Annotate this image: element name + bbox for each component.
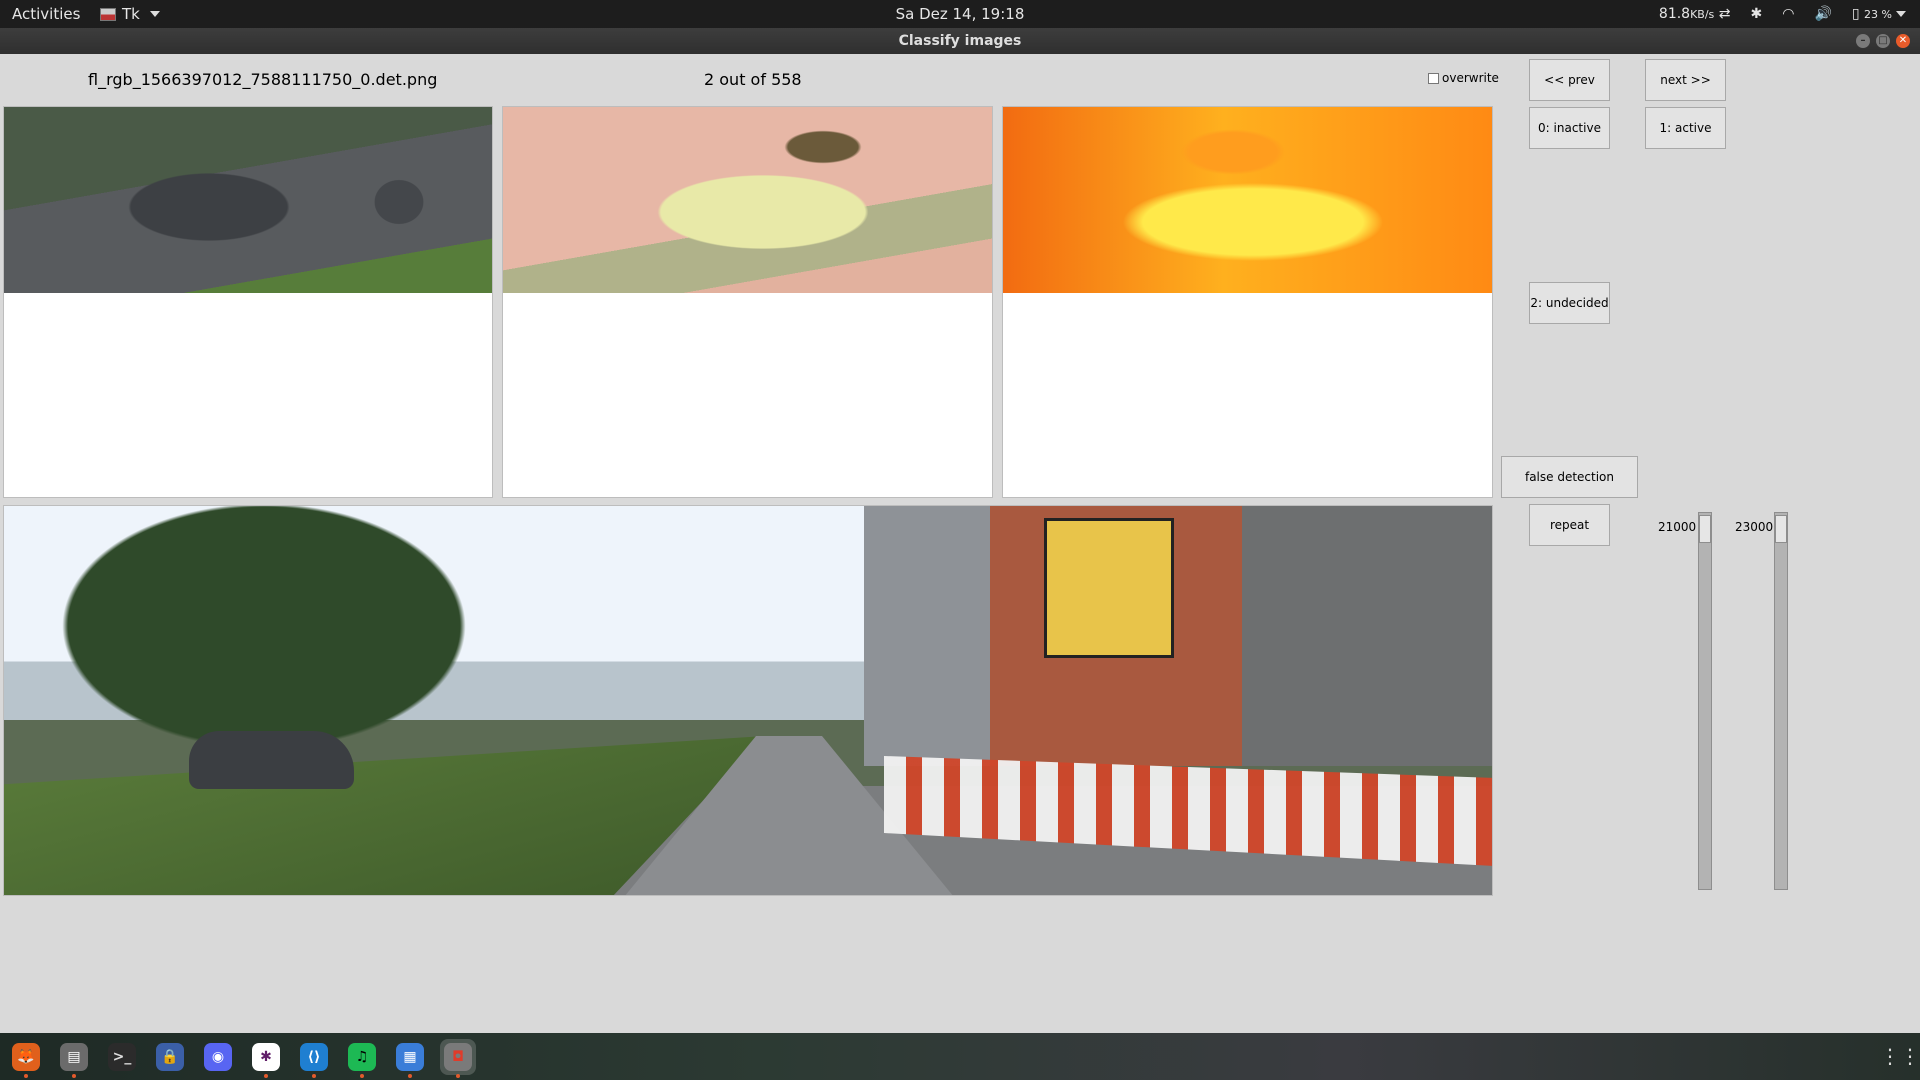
depth-crop-image: [503, 107, 992, 293]
close-icon[interactable]: ✕: [1896, 34, 1910, 48]
volume-icon[interactable]: 🔊: [1814, 0, 1831, 28]
battery-percent: 23 %: [1864, 7, 1892, 21]
terminal-icon-glyph: >_: [108, 1043, 136, 1071]
scene-road-sign: [1044, 518, 1174, 658]
text-editor-icon-glyph: ▦: [396, 1043, 424, 1071]
wifi-icon[interactable]: ◠: [1782, 0, 1794, 28]
chevron-down-icon: [1896, 10, 1906, 17]
window-title-bar[interactable]: Classify images – □ ✕: [0, 28, 1920, 54]
keepass-icon-glyph: 🔒: [156, 1043, 184, 1071]
firefox-icon-glyph: 🦊: [12, 1043, 40, 1071]
depth-crop-panel: [502, 106, 993, 498]
rgb-crop-panel: [3, 106, 493, 498]
text-editor-icon[interactable]: ▦: [392, 1039, 428, 1078]
clock[interactable]: Sa Dez 14, 19:18: [0, 0, 1920, 28]
spotify-icon-glyph: ♫: [348, 1043, 376, 1071]
vscode-icon[interactable]: ⟨⟩: [296, 1039, 332, 1078]
right-slider-handle[interactable]: [1775, 515, 1787, 543]
inactive-button[interactable]: 0: inactive: [1529, 107, 1610, 149]
tk-app-icon[interactable]: ◘: [440, 1039, 476, 1078]
network-speed-value: 81.8: [1658, 5, 1691, 22]
repeat-button[interactable]: repeat: [1529, 504, 1610, 546]
left-slider[interactable]: [1698, 512, 1712, 890]
spotify-icon[interactable]: ♫: [344, 1039, 380, 1078]
maximize-icon[interactable]: □: [1876, 34, 1890, 48]
undecided-button[interactable]: 2: undecided: [1529, 282, 1610, 324]
false-detection-button[interactable]: false detection: [1501, 456, 1638, 498]
window-title: Classify images: [898, 33, 1022, 49]
discord-icon-glyph: ◉: [204, 1043, 232, 1071]
vscode-icon-glyph: ⟨⟩: [300, 1043, 328, 1071]
battery-indicator[interactable]: ▯ 23 %: [1852, 0, 1906, 29]
firefox-icon[interactable]: 🦊: [8, 1039, 44, 1078]
active-button[interactable]: 1: active: [1645, 107, 1726, 149]
full-scene-image: [3, 505, 1493, 896]
scene-car: [189, 731, 354, 789]
scene-buildings: [864, 506, 1492, 766]
filename-label: fl_rgb_1566397012_7588111750_0.det.png: [88, 70, 438, 89]
slack-icon-glyph: ✱: [252, 1043, 280, 1071]
files-icon-glyph: ▤: [60, 1043, 88, 1071]
show-applications-icon[interactable]: ⋮⋮: [1880, 1045, 1920, 1067]
app-content: fl_rgb_1566397012_7588111750_0.det.png 2…: [0, 54, 1920, 1033]
files-icon[interactable]: ▤: [56, 1039, 92, 1078]
right-slider[interactable]: [1774, 512, 1788, 890]
image-counter: 2 out of 558: [704, 70, 802, 89]
minimize-icon[interactable]: –: [1856, 34, 1870, 48]
next-button[interactable]: next >>: [1645, 59, 1726, 101]
window-controls: – □ ✕: [1856, 34, 1910, 48]
slack-icon[interactable]: ✱: [248, 1039, 284, 1078]
keepass-icon[interactable]: 🔒: [152, 1039, 188, 1075]
prev-button[interactable]: << prev: [1529, 59, 1610, 101]
network-speed[interactable]: 81.8KB/s ⇄: [1659, 0, 1731, 29]
dock-apps: 🦊 ▤ >_ 🔒 ◉ ✱ ⟨⟩ ♫ ▦ ◘: [8, 1039, 476, 1078]
terminal-icon[interactable]: >_: [104, 1039, 140, 1075]
battery-icon: ▯: [1851, 5, 1860, 22]
gnome-top-bar: Activities Tk Sa Dez 14, 19:18 81.8KB/s …: [0, 0, 1920, 28]
discord-icon[interactable]: ◉: [200, 1039, 236, 1075]
system-tray: 81.8KB/s ⇄ ✱ ◠ 🔊 ▯ 23 %: [1659, 0, 1906, 28]
overwrite-checkbox[interactable]: overwrite: [1428, 71, 1499, 85]
network-speed-unit: KB/s: [1690, 7, 1715, 21]
rgb-crop-image: [4, 107, 492, 293]
dock: 🦊 ▤ >_ 🔒 ◉ ✱ ⟨⟩ ♫ ▦ ◘ ⋮⋮: [0, 1033, 1920, 1080]
tk-app-icon-glyph: ◘: [444, 1043, 472, 1071]
overwrite-label: overwrite: [1442, 71, 1499, 85]
left-slider-handle[interactable]: [1699, 515, 1711, 543]
thermal-crop-image: [1003, 107, 1492, 293]
right-slider-value: 23000: [1735, 520, 1774, 534]
checkbox-icon[interactable]: [1428, 72, 1439, 84]
slack-tray-icon[interactable]: ✱: [1750, 0, 1762, 28]
left-slider-value: 21000: [1658, 520, 1697, 534]
scene-trees: [4, 506, 564, 766]
scene-fence: [884, 756, 1492, 866]
thermal-crop-panel: [1002, 106, 1493, 498]
